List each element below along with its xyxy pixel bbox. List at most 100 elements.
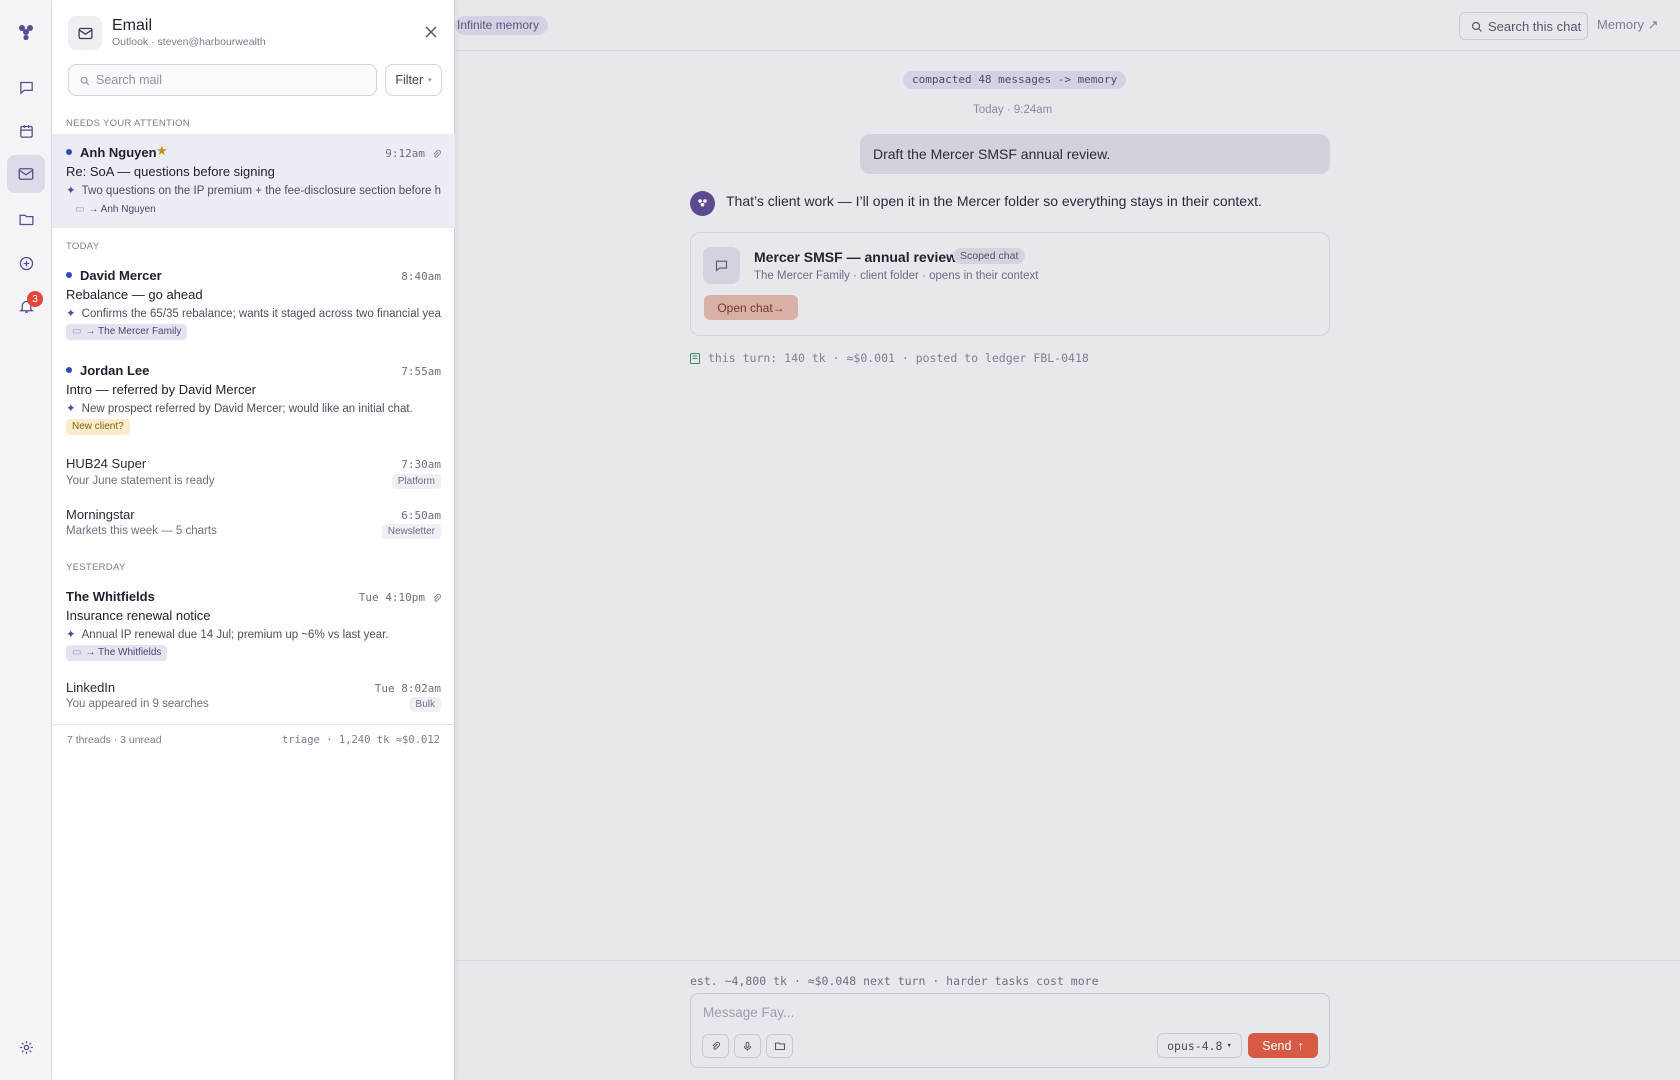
thread-sender: LinkedIn — [66, 680, 116, 695]
thread-time: 8:40am — [401, 270, 441, 283]
unread-dot — [66, 367, 72, 373]
arrow-right-icon: → — [772, 300, 785, 315]
chat-icon[interactable] — [7, 68, 45, 106]
thread-preview: ✦ Annual IP renewal due 14 Jul; premium u… — [66, 627, 441, 641]
mail-icon[interactable] — [7, 155, 45, 193]
card-title: Mercer SMSF — annual review — [754, 249, 958, 265]
thread-subject: Re: SoA — questions before signing — [66, 164, 275, 179]
filter-label: Filter — [395, 73, 424, 87]
mail-search-input[interactable] — [96, 65, 366, 95]
search-chat-label: Search this chat — [1488, 18, 1582, 34]
email-thread[interactable]: David Mercer 8:40am Rebalance — go ahead… — [52, 257, 455, 347]
triage-cost: triage · 1,240 tk ≈$0.012 — [281, 734, 440, 746]
folder-icon: ▭ — [72, 326, 82, 337]
category-tag: Bulk — [409, 697, 441, 712]
close-icon[interactable] — [424, 25, 438, 39]
folder-route-label: → Anh Nguyen — [88, 204, 156, 215]
settings-gear-icon[interactable] — [7, 1028, 45, 1066]
thread-preview: ✦ Confirms the 65/35 rebalance; wants it … — [66, 306, 441, 320]
arrow-up-icon: ↑ — [1297, 1038, 1304, 1053]
compaction-note: compacted 48 messages -> memory — [903, 71, 1127, 89]
folder-route-label: → The Mercer Family — [85, 326, 182, 337]
new-client-tag[interactable]: New client? — [66, 419, 130, 435]
thread-preview: ✦ New prospect referred by David Mercer; … — [66, 401, 441, 415]
star-icon[interactable]: ★ — [156, 143, 168, 159]
scoped-chat-badge: Scoped chat — [953, 248, 1026, 264]
mail-icon — [68, 16, 102, 50]
open-chat-button[interactable]: Open chat → — [704, 295, 798, 320]
thread-sender: Anh Nguyen — [80, 145, 157, 160]
memory-link[interactable]: Memory ↗ — [1597, 17, 1658, 33]
model-select[interactable]: opus-4.8 ▾ — [1157, 1033, 1242, 1058]
scoped-chat-card: Mercer SMSF — annual review Scoped chat … — [690, 232, 1330, 336]
thread-time: 9:12am — [385, 147, 425, 160]
add-circle-icon[interactable] — [7, 244, 45, 282]
notification-badge: 3 — [27, 291, 43, 307]
thread-preview: ✦ Two questions on the IP premium + the f… — [66, 183, 441, 197]
unread-dot — [66, 149, 72, 155]
thread-sender: The Whitfields — [66, 589, 155, 604]
chat-bubble-icon — [703, 247, 740, 284]
attachment-icon — [431, 591, 442, 609]
category-tag: Platform — [391, 474, 441, 489]
thread-preview: Markets this week — 5 charts — [66, 525, 217, 537]
folder-icon[interactable] — [7, 200, 45, 238]
email-panel: Email Outlook · steven@harbourwealth Fil… — [52, 0, 455, 1080]
folder-route-label: → The Whitfields — [85, 647, 162, 658]
thread-sender: Morningstar — [66, 507, 135, 522]
thread-subject: Rebalance — go ahead — [66, 287, 203, 302]
message-timestamp: Today · 9:24am — [973, 104, 1053, 116]
thread-preview: Your June statement is ready — [66, 475, 215, 487]
ai-sparkle-icon: ✦ — [66, 185, 76, 197]
model-select-value: opus-4.8 — [1167, 1038, 1223, 1053]
folder-route-tag[interactable]: ▭ → The Whitfields — [66, 645, 168, 661]
send-label: Send — [1262, 1038, 1292, 1053]
section-needs-attention: NEEDS YOUR ATTENTION — [66, 118, 190, 129]
search-chat-button[interactable]: Search this chat — [1459, 12, 1588, 40]
email-thread[interactable]: Jordan Lee 7:55am Intro — referred by Da… — [52, 352, 455, 440]
open-chat-label: Open chat — [717, 300, 773, 315]
thread-time: 7:55am — [401, 365, 441, 378]
section-yesterday: YESTERDAY — [66, 562, 126, 573]
ai-sparkle-icon: ✦ — [66, 629, 76, 641]
chat-topbar: Infinite memory Search this chat Memory … — [455, 0, 1680, 51]
external-arrow-icon: ↗ — [1647, 17, 1659, 32]
email-thread[interactable]: LinkedIn Tue 8:02am You appeared in 9 se… — [52, 673, 455, 717]
email-thread[interactable]: Morningstar 6:50am Markets this week — 5… — [52, 500, 455, 544]
microphone-icon[interactable] — [734, 1034, 761, 1058]
user-message: Draft the Mercer SMSF annual review. — [860, 134, 1330, 174]
section-today: TODAY — [66, 241, 100, 252]
thread-subject: Insurance renewal notice — [66, 608, 211, 623]
folder-icon: ▭ — [72, 647, 82, 658]
email-thread[interactable]: HUB24 Super 7:30am Your June statement i… — [52, 449, 455, 493]
unread-dot — [66, 272, 72, 278]
folder-attach-icon[interactable] — [766, 1034, 793, 1058]
composer-placeholder[interactable]: Message Fay... — [703, 1005, 794, 1020]
thread-sender: HUB24 Super — [66, 456, 147, 471]
attach-paperclip-icon[interactable] — [702, 1034, 729, 1058]
panel-footer-divider — [52, 724, 455, 725]
attachment-icon — [431, 147, 442, 165]
assistant-message: That’s client work — I’ll open it in the… — [726, 193, 1262, 209]
app-logo-icon[interactable] — [7, 13, 45, 51]
search-icon — [80, 76, 90, 86]
cost-estimate: est. ~4,800 tk · ≈$0.048 next turn · har… — [690, 974, 1099, 988]
email-thread[interactable]: Anh Nguyen ★ 9:12am Re: SoA — questions … — [52, 134, 455, 228]
folder-route-tag[interactable]: ▭ → The Mercer Family — [66, 324, 188, 340]
folder-route-tag[interactable]: ▭ → Anh Nguyen — [66, 202, 162, 218]
calendar-icon[interactable] — [7, 112, 45, 150]
message-composer[interactable]: Message Fay... opus-4.8 ▾ Send ↑ — [690, 993, 1330, 1068]
memory-link-label: Memory — [1597, 17, 1644, 32]
thread-preview-text: New prospect referred by David Mercer; w… — [81, 403, 413, 415]
send-button[interactable]: Send ↑ — [1248, 1033, 1318, 1058]
mail-search[interactable] — [68, 64, 377, 96]
filter-button[interactable]: Filter ▾ — [385, 64, 442, 96]
ai-sparkle-icon: ✦ — [66, 308, 76, 320]
panel-title: Email — [112, 17, 153, 34]
composer-divider — [455, 960, 1680, 961]
ai-sparkle-icon: ✦ — [66, 403, 76, 415]
category-tag: Newsletter — [381, 524, 441, 539]
card-subtitle: The Mercer Family · client folder · open… — [754, 270, 1039, 282]
thread-time: Tue 4:10pm — [358, 591, 425, 604]
email-thread[interactable]: The Whitfields Tue 4:10pm Insurance rene… — [52, 578, 455, 666]
